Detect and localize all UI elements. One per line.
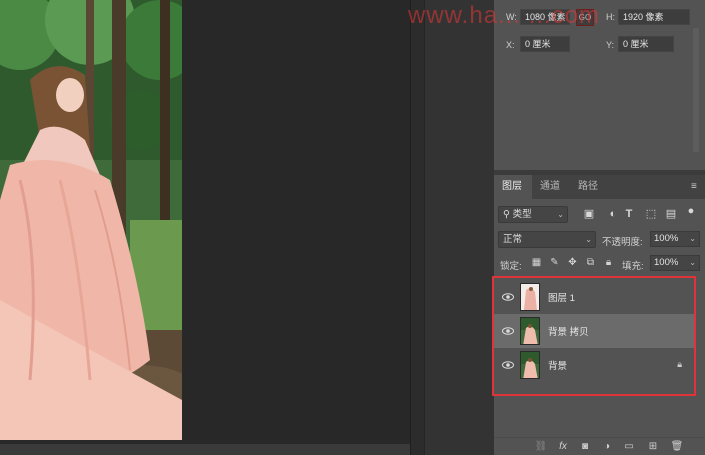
- layer-row-background[interactable]: 背景 🔒︎: [494, 348, 694, 382]
- height-field[interactable]: 1920 像素: [618, 9, 690, 25]
- layers-bottom-toolbar: ⛓ fx ◙ ◑ ▭ ⊞ 🗑︎: [494, 437, 705, 455]
- layer-name: 背景: [548, 361, 568, 372]
- layer-row-layer1[interactable]: 图层 1: [494, 280, 694, 314]
- watermark-text: www.ha... ...com: [408, 2, 601, 29]
- panel-menu-icon[interactable]: ≡: [691, 182, 701, 192]
- fill-label: 填充:: [622, 261, 644, 272]
- opacity-input[interactable]: 100% ⌄: [650, 231, 700, 247]
- x-field[interactable]: 0 厘米: [520, 36, 570, 52]
- trash-icon[interactable]: 🗑︎: [670, 441, 684, 453]
- tab-channels[interactable]: 通道: [540, 175, 560, 199]
- lock-transparent-icon[interactable]: ▦: [530, 256, 543, 270]
- document-canvas[interactable]: [0, 0, 410, 444]
- lock-label: 锁定:: [500, 261, 522, 272]
- chevron-down-icon: ⌄: [585, 235, 592, 244]
- height-label: H:: [606, 12, 615, 22]
- lock-artboard-icon[interactable]: ⧉: [584, 256, 597, 270]
- blend-mode-value: 正常: [503, 234, 523, 245]
- fx-icon[interactable]: fx: [556, 441, 570, 453]
- fill-input[interactable]: 100% ⌄: [650, 255, 700, 271]
- blend-mode-select[interactable]: 正常 ⌄: [498, 231, 596, 248]
- search-icon: ⚲: [503, 209, 513, 220]
- lock-position-icon[interactable]: ✥: [566, 256, 579, 270]
- layers-panel-tabs: 图层 通道 路径 ≡: [494, 175, 705, 199]
- layers-list: 图层 1 背景 拷贝 背景 🔒︎: [492, 276, 696, 396]
- lock-row: 锁定: ▦ ✎ ✥ ⧉ 🔒︎ 填充: 100% ⌄: [494, 255, 705, 275]
- lock-all-icon[interactable]: 🔒︎: [602, 256, 615, 270]
- layer-name: 背景 拷贝: [548, 327, 589, 338]
- layer-name: 图层 1: [548, 293, 575, 304]
- type-filter-icon[interactable]: T: [622, 207, 636, 221]
- adjustment-filter-icon[interactable]: ◐: [606, 207, 620, 221]
- y-label: Y:: [606, 40, 615, 50]
- tab-paths[interactable]: 路径: [578, 175, 598, 199]
- eye-icon[interactable]: [502, 359, 514, 371]
- mask-icon[interactable]: ◙: [578, 441, 592, 453]
- x-label: X:: [506, 40, 515, 50]
- lock-icon: 🔒︎: [677, 359, 682, 369]
- y-field[interactable]: 0 厘米: [618, 36, 674, 52]
- chevron-down-icon: ⌄: [689, 234, 696, 243]
- photo-image: [0, 0, 182, 440]
- link-layers-icon[interactable]: ⛓: [534, 441, 548, 453]
- adjustment-icon[interactable]: ◑: [600, 441, 614, 453]
- layer-thumbnail: [520, 351, 540, 379]
- lock-image-icon[interactable]: ✎: [548, 256, 561, 270]
- eye-icon[interactable]: [502, 325, 514, 337]
- smart-object-filter-icon[interactable]: ▤: [664, 207, 678, 221]
- chevron-down-icon: ⌄: [557, 210, 564, 219]
- new-layer-icon[interactable]: ⊞: [646, 441, 660, 453]
- image-filter-icon[interactable]: ▣: [582, 207, 596, 221]
- panel-dock-gutter: [424, 0, 494, 455]
- right-panel: W: 1080 像素 GO H: 1920 像素 X: 0 厘米 Y: 0 厘米…: [492, 0, 705, 455]
- opacity-value: 100%: [654, 233, 679, 244]
- photoshop-window: W: 1080 像素 GO H: 1920 像素 X: 0 厘米 Y: 0 厘米…: [0, 0, 705, 455]
- eye-icon[interactable]: [502, 291, 514, 303]
- filter-kind-value: 类型: [512, 209, 532, 220]
- fill-value: 100%: [654, 257, 679, 268]
- group-icon[interactable]: ▭: [622, 441, 636, 453]
- blend-row: 正常 ⌄ 不透明度: 100% ⌄: [494, 231, 705, 251]
- shape-filter-icon[interactable]: ⬚: [644, 207, 658, 221]
- filter-kind-select[interactable]: ⚲ 类型 ⌄: [498, 206, 568, 223]
- canvas-vertical-scrollbar[interactable]: [410, 0, 424, 455]
- tab-layers[interactable]: 图层: [494, 175, 532, 199]
- layer-filter-row: ⚲ 类型 ⌄ ▣ ◐ T ⬚ ▤ ●: [494, 204, 705, 226]
- layer-thumbnail: [520, 317, 540, 345]
- opacity-label: 不透明度:: [602, 237, 643, 248]
- chevron-down-icon: ⌄: [689, 258, 696, 267]
- canvas-horizontal-scrollbar[interactable]: [0, 444, 410, 455]
- filter-toggle-icon[interactable]: ●: [684, 204, 698, 218]
- properties-scrollbar[interactable]: [693, 28, 699, 152]
- layer-row-background-copy[interactable]: 背景 拷贝: [494, 314, 694, 348]
- layer-thumbnail: [520, 283, 540, 311]
- bride-photo-illustration: [0, 0, 182, 440]
